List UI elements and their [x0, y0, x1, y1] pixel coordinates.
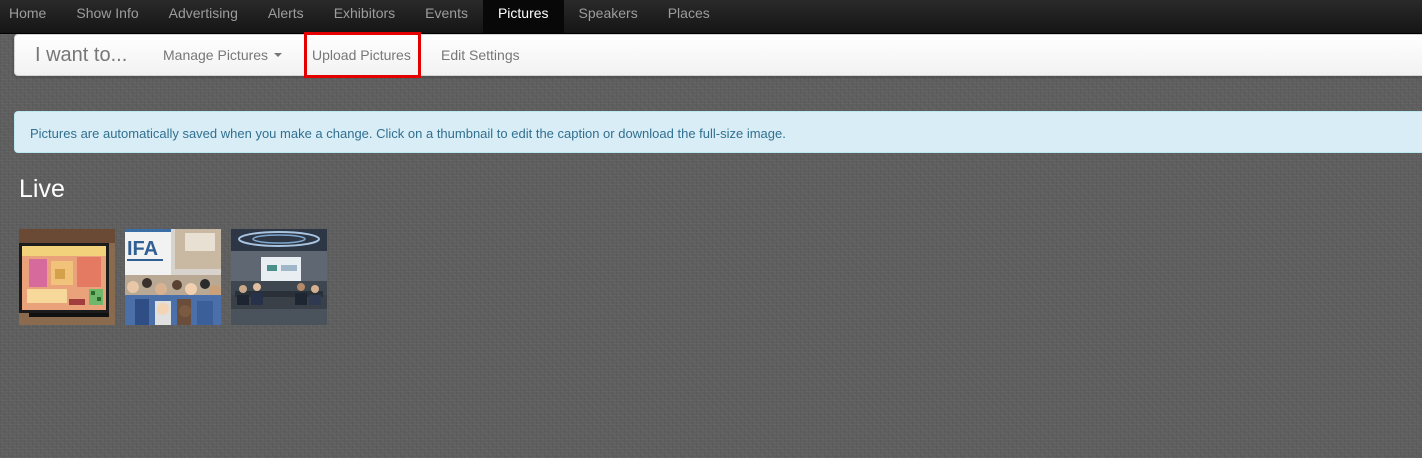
- nav-pictures[interactable]: Pictures: [482, 0, 564, 33]
- info-alert: Pictures are automatically saved when yo…: [14, 111, 1422, 153]
- nav-show-info[interactable]: Show Info: [61, 0, 153, 33]
- picture-image-3: [231, 229, 327, 325]
- nav-events[interactable]: Events: [410, 0, 483, 33]
- edit-settings-link[interactable]: Edit Settings: [441, 35, 520, 75]
- picture-thumbnail-2[interactable]: IFA: [125, 229, 221, 325]
- nav-exhibitors[interactable]: Exhibitors: [319, 0, 410, 33]
- upload-pictures-link[interactable]: Upload Pictures: [312, 35, 411, 75]
- action-navbar-brand: I want to...: [35, 44, 128, 66]
- info-alert-text: Pictures are automatically saved when yo…: [30, 126, 786, 141]
- picture-image-1: [19, 229, 115, 325]
- nav-home[interactable]: Home: [0, 0, 61, 33]
- manage-pictures-dropdown[interactable]: Manage Pictures: [163, 35, 283, 75]
- caret-down-icon: [274, 53, 283, 58]
- ifa-sign-text: IFA: [127, 238, 158, 260]
- manage-pictures-label: Manage Pictures: [163, 47, 269, 63]
- section-title-live: Live: [19, 175, 65, 203]
- picture-thumbnail-1[interactable]: [19, 229, 115, 325]
- nav-alerts[interactable]: Alerts: [253, 0, 319, 33]
- action-navbar: I want to... Manage Pictures Upload Pict…: [14, 34, 1422, 76]
- nav-speakers[interactable]: Speakers: [564, 0, 653, 33]
- nav-places[interactable]: Places: [653, 0, 725, 33]
- picture-image-2: IFA: [125, 229, 221, 325]
- picture-thumbnail-3[interactable]: [231, 229, 327, 325]
- top-navbar: Home Show Info Advertising Alerts Exhibi…: [0, 0, 1422, 34]
- nav-advertising[interactable]: Advertising: [154, 0, 253, 33]
